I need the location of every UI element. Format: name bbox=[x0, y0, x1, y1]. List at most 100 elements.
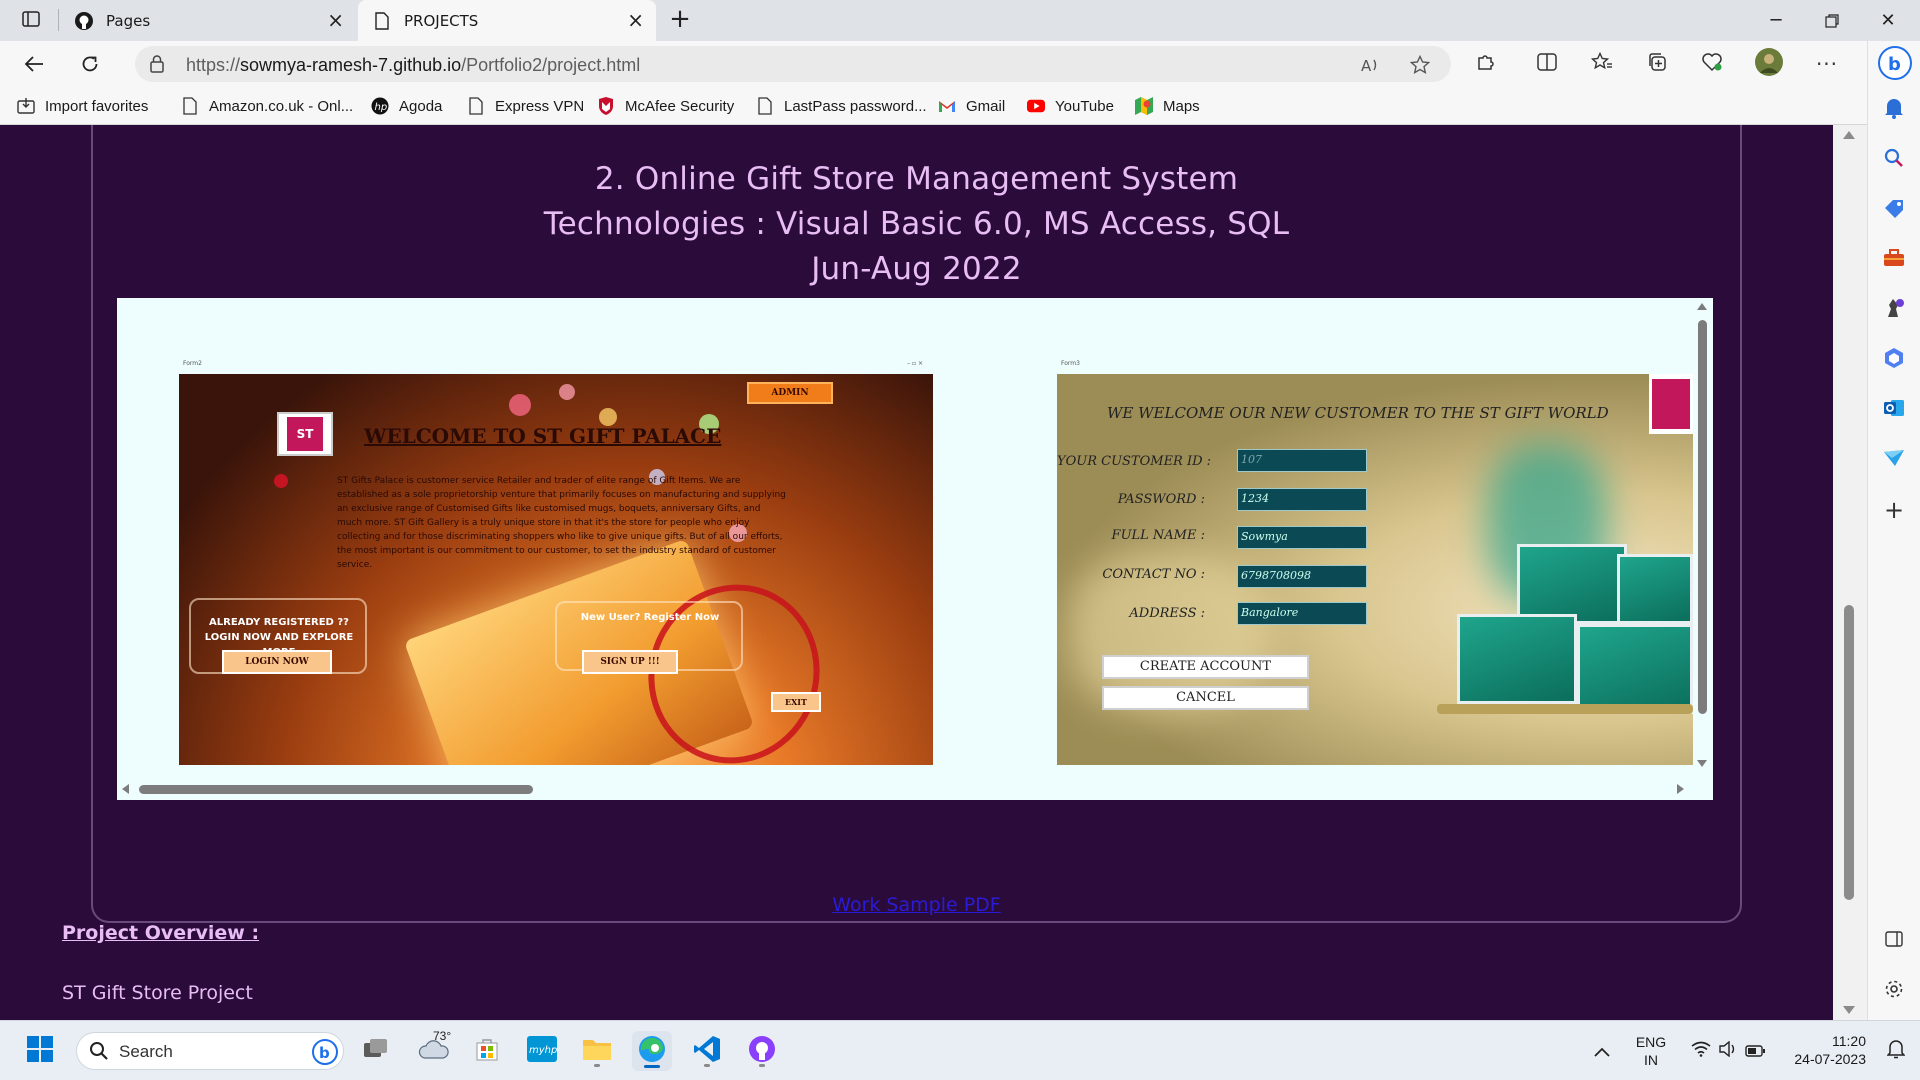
wifi-icon bbox=[1691, 1041, 1711, 1061]
start-button[interactable] bbox=[20, 1031, 60, 1071]
fav-express-vpn[interactable]: Express VPN bbox=[467, 87, 584, 125]
clock-time: 11:20 bbox=[1832, 1033, 1866, 1049]
sidebar-shopping[interactable] bbox=[1879, 195, 1909, 225]
fav-label: McAfee Security bbox=[625, 97, 735, 115]
sign-up-button: SIGN UP !!! bbox=[582, 650, 678, 674]
close-tab-icon[interactable]: × bbox=[327, 10, 344, 30]
edge-button[interactable] bbox=[632, 1031, 672, 1071]
add-favorite-star-icon[interactable] bbox=[1407, 52, 1433, 78]
edge-sidebar: b + bbox=[1867, 41, 1920, 1020]
fav-import-favorites[interactable]: Import favorites bbox=[17, 87, 148, 125]
system-tray-status[interactable] bbox=[1680, 1031, 1776, 1071]
work-sample-pdf-link[interactable]: Work Sample PDF bbox=[0, 894, 1833, 916]
address-bar[interactable]: https://sowmya-ramesh-7.github.io/Portfo… bbox=[135, 46, 1451, 82]
browser-essentials-button[interactable] bbox=[1695, 47, 1729, 81]
favorites-button[interactable] bbox=[1585, 47, 1619, 81]
scroll-right-arrow-icon[interactable] bbox=[1677, 784, 1684, 794]
fav-amazon[interactable]: Amazon.co.uk - Onl... bbox=[181, 87, 353, 125]
github-desktop-button[interactable] bbox=[742, 1031, 782, 1071]
fav-mcafee[interactable]: McAfee Security bbox=[597, 87, 734, 125]
back-arrow-icon bbox=[24, 56, 43, 72]
full-name-field: Sowmya bbox=[1237, 526, 1367, 549]
close-window-button[interactable]: ✕ bbox=[1860, 0, 1916, 41]
sidebar-outlook[interactable] bbox=[1879, 395, 1909, 425]
bing-copilot-button[interactable]: b bbox=[1877, 46, 1913, 83]
fav-maps[interactable]: Maps bbox=[1135, 87, 1200, 125]
weather-widget[interactable]: 73° bbox=[412, 1029, 456, 1071]
microsoft-store-button[interactable] bbox=[467, 1031, 507, 1071]
store-description: ST Gifts Palace is customer service Reta… bbox=[337, 476, 786, 570]
password-label: PASSWORD : bbox=[1117, 492, 1205, 507]
battery-icon bbox=[1745, 1042, 1765, 1061]
extensions-button[interactable] bbox=[1469, 47, 1503, 81]
window-controls-icon: – ▫ × bbox=[907, 360, 923, 367]
screenshot2-window-title: Form3 bbox=[1061, 360, 1080, 367]
back-button[interactable] bbox=[17, 47, 51, 81]
tab-projects[interactable]: PROJECTS × bbox=[358, 0, 656, 41]
sidebar-add-button[interactable]: + bbox=[1879, 495, 1909, 525]
tab-pages[interactable]: Pages × bbox=[60, 0, 356, 41]
page-content: 2. Online Gift Store Management System T… bbox=[0, 125, 1833, 1020]
scroll-down-arrow-icon[interactable] bbox=[1697, 760, 1707, 767]
minimize-button[interactable]: ─ bbox=[1748, 0, 1804, 41]
svg-text:A: A bbox=[1361, 57, 1372, 74]
sidebar-tools[interactable] bbox=[1879, 245, 1909, 275]
search-icon bbox=[1884, 148, 1904, 172]
clock[interactable]: 11:20 24-07-2023 bbox=[1776, 1032, 1866, 1068]
more-dots-icon: ··· bbox=[1815, 52, 1839, 76]
sidebar-games[interactable] bbox=[1879, 295, 1909, 325]
customer-id-label: YOUR CUSTOMER ID : bbox=[1057, 454, 1212, 469]
screenshot-gallery[interactable]: Form2 – ▫ × ST WELCOME TO ST GIFT PALACE… bbox=[117, 298, 1713, 800]
split-screen-icon bbox=[1537, 53, 1557, 75]
scrollbar-thumb[interactable] bbox=[139, 785, 533, 794]
task-view-button[interactable] bbox=[356, 1031, 396, 1071]
settings-more-button[interactable]: ··· bbox=[1810, 47, 1844, 81]
fav-gmail[interactable]: Gmail bbox=[938, 87, 1005, 125]
scroll-left-arrow-icon[interactable] bbox=[122, 784, 129, 794]
split-screen-button[interactable] bbox=[1530, 47, 1564, 81]
scroll-up-arrow-icon[interactable] bbox=[1843, 131, 1855, 139]
sidebar-hide-button[interactable] bbox=[1879, 926, 1909, 956]
region-code: IN bbox=[1644, 1052, 1658, 1068]
search-placeholder: Search bbox=[119, 1042, 173, 1061]
url-text[interactable]: https://sowmya-ramesh-7.github.io/Portfo… bbox=[186, 55, 640, 76]
notifications-button[interactable] bbox=[1878, 1031, 1914, 1071]
store-icon bbox=[474, 1036, 500, 1066]
url-path: /Portfolio2/project.html bbox=[461, 55, 641, 75]
myhp-button[interactable]: myhp bbox=[522, 1031, 562, 1071]
read-aloud-icon[interactable]: A bbox=[1357, 52, 1383, 78]
show-hidden-icons-button[interactable] bbox=[1582, 1031, 1622, 1071]
work-sample-link-text[interactable]: Work Sample PDF bbox=[832, 894, 1000, 916]
gallery-horizontal-scrollbar[interactable] bbox=[117, 778, 1692, 800]
restore-button[interactable] bbox=[1804, 0, 1860, 41]
sidebar-notifications[interactable] bbox=[1879, 95, 1909, 125]
lock-icon[interactable] bbox=[149, 54, 165, 78]
file-explorer-button[interactable] bbox=[577, 1031, 617, 1071]
volume-icon bbox=[1719, 1040, 1737, 1061]
sidebar-search[interactable] bbox=[1879, 145, 1909, 175]
fav-agoda[interactable]: hp Agoda bbox=[371, 87, 442, 125]
scrollbar-thumb[interactable] bbox=[1844, 605, 1854, 900]
bell-icon bbox=[1884, 97, 1904, 123]
page-scrollbar[interactable] bbox=[1833, 125, 1867, 1020]
fav-youtube[interactable]: YouTube bbox=[1027, 87, 1114, 125]
vscode-button[interactable] bbox=[687, 1031, 727, 1071]
gallery-vertical-scrollbar[interactable] bbox=[1692, 298, 1713, 772]
close-tab-icon[interactable]: × bbox=[627, 10, 644, 30]
active-indicator bbox=[644, 1065, 660, 1068]
collections-button[interactable] bbox=[1640, 47, 1674, 81]
new-tab-button[interactable]: + bbox=[664, 4, 696, 36]
refresh-button[interactable] bbox=[73, 47, 107, 81]
sidebar-drop[interactable] bbox=[1879, 445, 1909, 475]
taskbar-search[interactable]: Search b bbox=[76, 1032, 344, 1070]
scrollbar-thumb[interactable] bbox=[1698, 320, 1707, 714]
sidebar-settings-button[interactable] bbox=[1879, 976, 1909, 1006]
fav-lastpass[interactable]: LastPass password... bbox=[756, 87, 927, 125]
profile-button[interactable] bbox=[1752, 47, 1786, 81]
language-indicator[interactable]: ENG IN bbox=[1626, 1033, 1676, 1069]
scroll-up-arrow-icon[interactable] bbox=[1697, 303, 1707, 310]
tab-actions-button[interactable] bbox=[14, 8, 48, 34]
sidebar-microsoft365[interactable] bbox=[1879, 345, 1909, 375]
scroll-down-arrow-icon[interactable] bbox=[1843, 1006, 1855, 1014]
tab-actions-icon bbox=[22, 11, 40, 31]
